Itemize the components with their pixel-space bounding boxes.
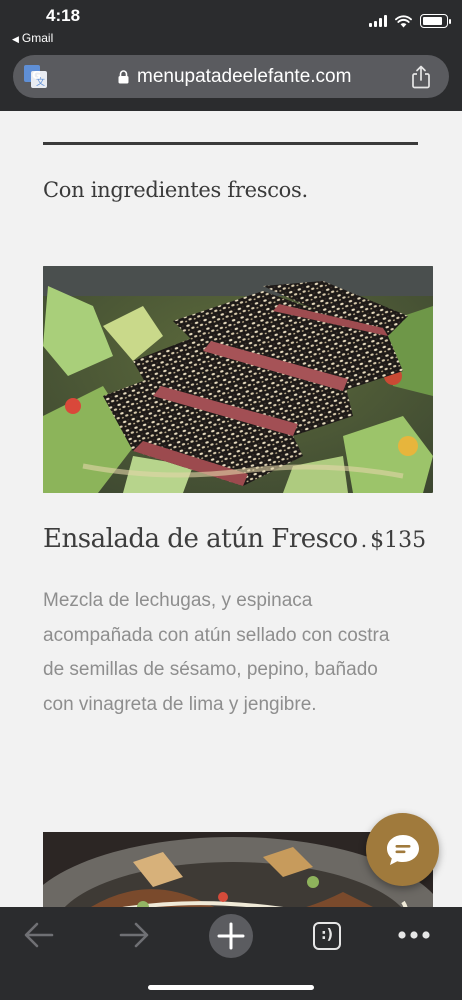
svg-text:文: 文 [36, 76, 45, 88]
tabs-icon[interactable]: :) [313, 922, 341, 950]
browser-toolbar: :) [0, 907, 462, 1000]
url-text: menupatadeelefante.com [137, 66, 352, 87]
title-separator: . [360, 528, 368, 552]
dish-title: Ensalada de atún Fresco. $135 [43, 524, 443, 554]
home-indicator[interactable] [148, 985, 314, 990]
forward-arrow-icon[interactable] [118, 921, 150, 949]
new-tab-icon[interactable] [208, 913, 254, 959]
share-icon[interactable] [411, 65, 431, 89]
status-time: 4:18 [46, 6, 81, 25]
more-icon[interactable] [397, 930, 431, 940]
translate-icon[interactable]: G 文 [23, 64, 48, 89]
back-to-app-link[interactable]: ◀ Gmail [12, 31, 53, 45]
cellular-signal-icon [369, 15, 387, 27]
back-app-label: Gmail [21, 31, 54, 45]
wifi-icon [395, 14, 412, 27]
back-arrow-icon[interactable] [23, 921, 55, 949]
dish-name: Ensalada de atún Fresco [43, 524, 358, 554]
url-bar[interactable]: G 文 menupatadeelefante.com [13, 55, 449, 98]
url-display[interactable]: menupatadeelefante.com [118, 66, 351, 88]
chat-bubble-icon [387, 835, 419, 865]
dish-price: $135 [370, 528, 427, 553]
section-intro: Con ingredientes frescos. [43, 178, 308, 202]
page-content: Con ingredientes frescos. Ensalada de at… [0, 111, 462, 907]
lock-icon [118, 70, 129, 84]
battery-icon [420, 14, 451, 28]
chat-button[interactable] [366, 813, 439, 886]
back-triangle-icon: ◀ [12, 34, 19, 44]
section-divider [43, 142, 418, 145]
dish-photo [43, 266, 433, 493]
status-icons [369, 14, 451, 28]
dish-description: Mezcla de lechugas, y espinaca acompañad… [43, 590, 390, 715]
browser-top-chrome: 4:18 ◀ Gmail G 文 menupatadeelefante.com [0, 0, 462, 111]
